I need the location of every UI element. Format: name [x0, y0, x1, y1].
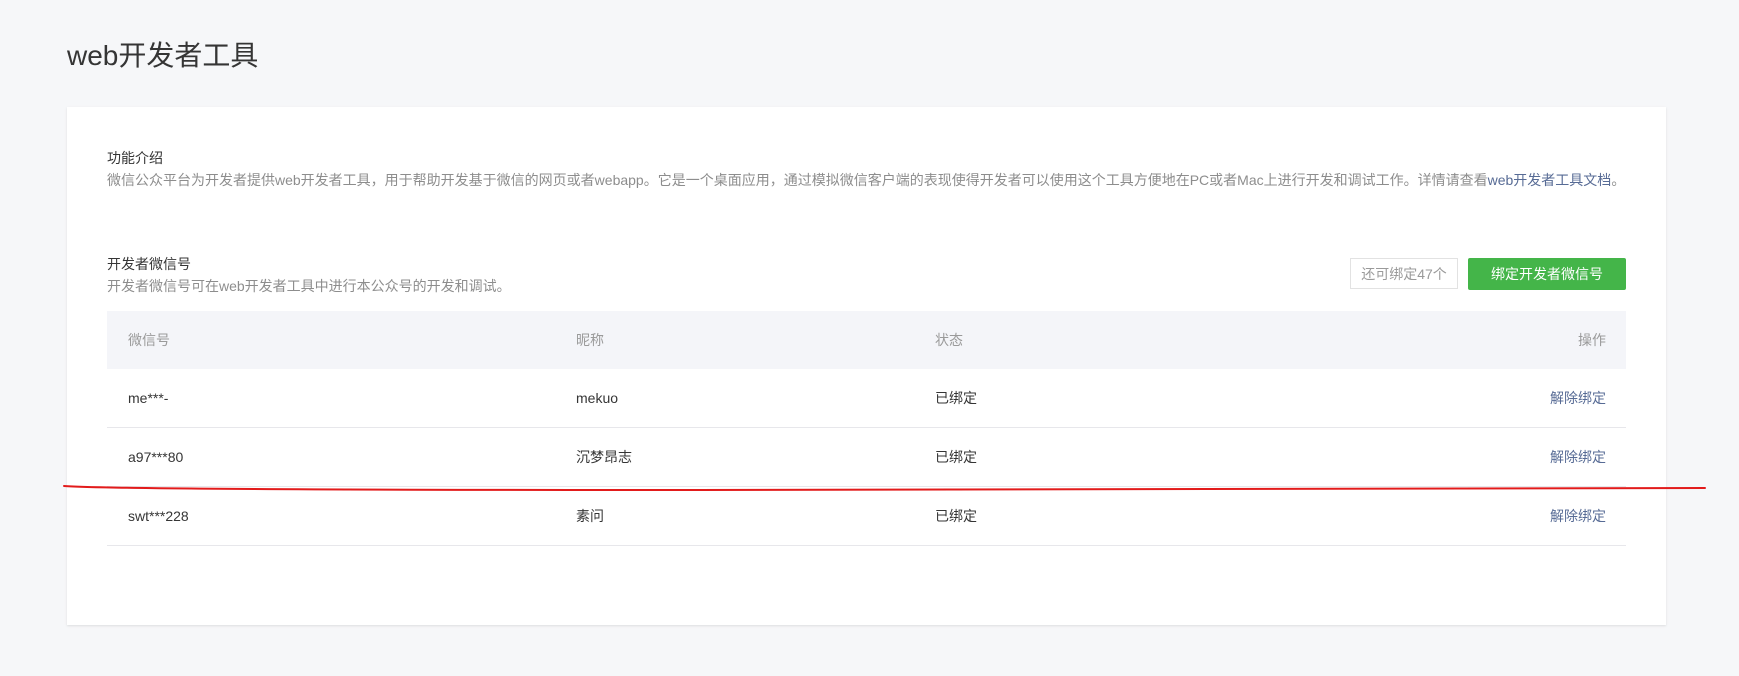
row-wechat-id: a97***80 [128, 449, 184, 465]
developer-heading: 开发者微信号 [107, 256, 191, 272]
main-card: 功能介绍 微信公众平台为开发者提供web开发者工具，用于帮助开发基于微信的网页或… [67, 107, 1666, 625]
table-row: me***- mekuo 已绑定 解除绑定 [107, 369, 1626, 428]
intro-description: 微信公众平台为开发者提供web开发者工具，用于帮助开发基于微信的网页或者weba… [107, 169, 1627, 191]
table-row: swt***228 素问 已绑定 解除绑定 [107, 487, 1626, 546]
header-action: 操作 [1578, 332, 1606, 348]
row-wechat-id: me***- [128, 390, 169, 406]
table-header: 微信号 昵称 状态 操作 [107, 311, 1626, 369]
developer-table: 微信号 昵称 状态 操作 me***- mekuo 已绑定 解除绑定 a97**… [107, 311, 1626, 546]
row-status: 已绑定 [935, 449, 977, 465]
doc-link[interactable]: web开发者工具文档 [1488, 172, 1612, 188]
unbind-link[interactable]: 解除绑定 [1550, 506, 1606, 526]
intro-heading: 功能介绍 [107, 150, 163, 166]
intro-description-end: 。 [1611, 172, 1626, 188]
developer-section: 开发者微信号 开发者微信号可在web开发者工具中进行本公众号的开发和调试。 [107, 253, 1007, 297]
intro-description-text: 微信公众平台为开发者提供web开发者工具，用于帮助开发基于微信的网页或者weba… [107, 172, 1488, 188]
unbind-link[interactable]: 解除绑定 [1550, 447, 1606, 467]
header-status: 状态 [935, 332, 963, 348]
developer-description: 开发者微信号可在web开发者工具中进行本公众号的开发和调试。 [107, 278, 511, 294]
intro-section: 功能介绍 微信公众平台为开发者提供web开发者工具，用于帮助开发基于微信的网页或… [107, 147, 1627, 191]
row-nickname: 素问 [576, 508, 604, 524]
row-status: 已绑定 [935, 508, 977, 524]
row-nickname: mekuo [576, 390, 619, 406]
header-wechat-id: 微信号 [128, 332, 170, 348]
remaining-count-badge: 还可绑定47个 [1350, 258, 1458, 289]
unbind-link[interactable]: 解除绑定 [1550, 388, 1606, 408]
row-nickname: 沉梦昂志 [576, 449, 632, 465]
bind-developer-button[interactable]: 绑定开发者微信号 [1468, 258, 1626, 290]
row-wechat-id: swt***228 [128, 508, 189, 524]
row-status: 已绑定 [935, 390, 977, 406]
table-row: a97***80 沉梦昂志 已绑定 解除绑定 [107, 428, 1626, 487]
page-title: web开发者工具 [67, 40, 259, 71]
header-nickname: 昵称 [576, 332, 604, 348]
